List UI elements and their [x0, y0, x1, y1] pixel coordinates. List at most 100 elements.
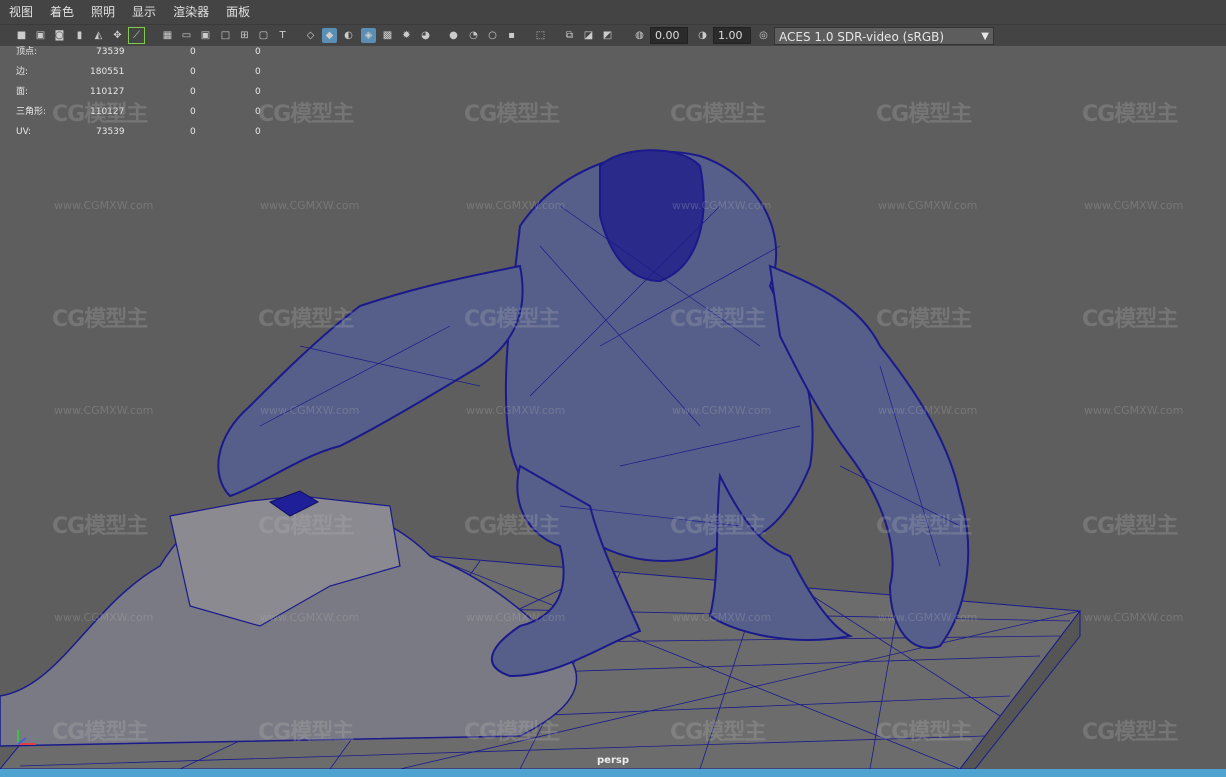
xray-joints-icon[interactable]: ◪ — [581, 28, 596, 43]
bookmark-camera-icon[interactable]: ◙ — [52, 28, 67, 43]
menu-panels[interactable]: 面板 — [217, 0, 258, 24]
hud-label: 面: — [16, 87, 29, 97]
lights-icon[interactable]: ✹ — [399, 28, 414, 43]
watermark-url: www.CGMXW.com — [878, 199, 978, 212]
watermark-logo: CG模型主 — [464, 307, 560, 332]
3d-viewport[interactable]: 顶点: 73539 0 0 边: 180551 0 0 面: 110127 0 … — [0, 46, 1226, 769]
menu-shading[interactable]: 着色 — [41, 0, 82, 24]
watermark-url: www.CGMXW.com — [260, 199, 360, 212]
watermark-logo: CG模型主 — [1082, 514, 1178, 539]
exposure-field[interactable]: 0.00 — [650, 27, 688, 44]
watermark-url: www.CGMXW.com — [466, 404, 566, 417]
gamma-icon[interactable]: ◑ — [695, 28, 710, 43]
ao-icon[interactable]: ● — [446, 28, 461, 43]
hud-selected: 0 — [190, 107, 196, 117]
safe-action-icon[interactable]: ▢ — [256, 28, 271, 43]
watermark-logo: CG模型主 — [464, 102, 560, 127]
hud-selected: 0 — [190, 127, 196, 137]
watermark-url: www.CGMXW.com — [466, 611, 566, 624]
watermark-url: www.CGMXW.com — [54, 611, 154, 624]
smooth-shade-icon[interactable]: ◆ — [322, 28, 337, 43]
wireframe-on-shaded-icon[interactable]: ◈ — [361, 28, 376, 43]
bookmark-icon[interactable]: ▮ — [72, 28, 87, 43]
hud-total: 73539 — [96, 47, 125, 57]
gamma-field[interactable]: 1.00 — [713, 27, 751, 44]
menu-bar: 视图 着色 照明 显示 渲染器 面板 — [0, 0, 1226, 24]
motion-blur-icon[interactable]: ◔ — [466, 28, 481, 43]
menu-view[interactable]: 视图 — [0, 0, 41, 24]
hud-label: 三角形: — [16, 107, 47, 117]
menu-renderer[interactable]: 渲染器 — [164, 0, 217, 24]
watermark-logo: CG模型主 — [670, 307, 766, 332]
isolate-select-icon[interactable]: ⬚ — [533, 28, 548, 43]
hud-label: 边: — [16, 67, 29, 77]
watermark-logo: CG模型主 — [258, 307, 354, 332]
exposure-icon[interactable]: ◍ — [632, 28, 647, 43]
watermark-logo: CG模型主 — [52, 720, 148, 745]
watermark-logo: CG模型主 — [258, 514, 354, 539]
xray-icon[interactable]: ⧉ — [562, 28, 577, 43]
watermark-logo: CG模型主 — [52, 102, 148, 127]
shadows-icon[interactable]: ◕ — [418, 28, 433, 43]
hud-label: UV: — [16, 127, 32, 137]
anti-alias-icon[interactable]: ○ — [485, 28, 500, 43]
watermark-logo: CG模型主 — [670, 102, 766, 127]
watermark-url: www.CGMXW.com — [54, 199, 154, 212]
pan-zoom-icon[interactable]: ✥ — [110, 28, 125, 43]
watermark-url: www.CGMXW.com — [260, 404, 360, 417]
camera-attr-icon[interactable]: ▣ — [33, 28, 48, 43]
xray-components-icon[interactable]: ◩ — [600, 28, 615, 43]
watermark-url: www.CGMXW.com — [672, 611, 772, 624]
watermark-url: www.CGMXW.com — [878, 404, 978, 417]
grid-icon[interactable]: ▦ — [160, 28, 175, 43]
watermark-url: www.CGMXW.com — [1084, 404, 1184, 417]
panel-toolbar: ■ ▣ ◙ ▮ ◭ ✥ ⟋ ▦ ▭ ▣ □ ⊞ ▢ T ◇ ◆ ◐ ◈ ▩ ✹ … — [0, 24, 1226, 47]
camera-icon[interactable]: ■ — [14, 28, 29, 43]
chevron-down-icon: ▼ — [981, 31, 989, 42]
safe-title-icon[interactable]: T — [275, 28, 290, 43]
watermark-url: www.CGMXW.com — [672, 404, 772, 417]
watermark-logo: CG模型主 — [52, 514, 148, 539]
grease-pencil-icon[interactable]: ◭ — [91, 28, 106, 43]
gate-mask-icon[interactable]: □ — [218, 28, 233, 43]
default-material-icon[interactable]: ◐ — [341, 28, 356, 43]
hud-component: 0 — [255, 67, 261, 77]
textured-icon[interactable]: ▩ — [380, 28, 395, 43]
watermark-logo: CG模型主 — [670, 514, 766, 539]
menu-lighting[interactable]: 照明 — [82, 0, 123, 24]
watermark-logo: CG模型主 — [1082, 307, 1178, 332]
2d-pan-icon[interactable]: ⟋ — [128, 27, 145, 44]
watermark-logo: CG模型主 — [464, 514, 560, 539]
wireframe-icon[interactable]: ◇ — [303, 28, 318, 43]
hud-total: 180551 — [90, 67, 125, 77]
color-management-icon[interactable]: ◎ — [756, 28, 771, 43]
watermark-url: www.CGMXW.com — [1084, 199, 1184, 212]
depth-of-field-icon[interactable]: ▪ — [504, 28, 519, 43]
film-gate-icon[interactable]: ▭ — [179, 28, 194, 43]
field-chart-icon[interactable]: ⊞ — [237, 28, 252, 43]
watermark-url: www.CGMXW.com — [1084, 611, 1184, 624]
watermark-url: www.CGMXW.com — [54, 404, 154, 417]
watermark-logo: CG模型主 — [876, 514, 972, 539]
menu-show[interactable]: 显示 — [123, 0, 164, 24]
viewport-focus-bar — [0, 769, 1226, 777]
watermark-logo: CG模型主 — [876, 102, 972, 127]
watermark-logo: CG模型主 — [1082, 102, 1178, 127]
watermark-logo: CG模型主 — [258, 720, 354, 745]
watermark-logo: CG模型主 — [876, 720, 972, 745]
hud-selected: 0 — [190, 67, 196, 77]
watermark-logo: CG模型主 — [1082, 720, 1178, 745]
watermark-url: www.CGMXW.com — [672, 199, 772, 212]
watermark-logo: CG模型主 — [52, 307, 148, 332]
resolution-gate-icon[interactable]: ▣ — [198, 28, 213, 43]
hud-selected: 0 — [190, 87, 196, 97]
hud-component: 0 — [255, 47, 261, 57]
hud-label: 顶点: — [16, 47, 38, 57]
watermark-logo: CG模型主 — [876, 307, 972, 332]
view-transform-dropdown[interactable]: ACES 1.0 SDR-video (sRGB) ▼ — [774, 27, 994, 45]
watermark-url: www.CGMXW.com — [878, 611, 978, 624]
axis-gizmo — [17, 730, 36, 745]
camera-name-label: persp — [597, 755, 629, 766]
view-transform-label: ACES 1.0 SDR-video (sRGB) — [779, 30, 945, 44]
hud-selected: 0 — [190, 47, 196, 57]
